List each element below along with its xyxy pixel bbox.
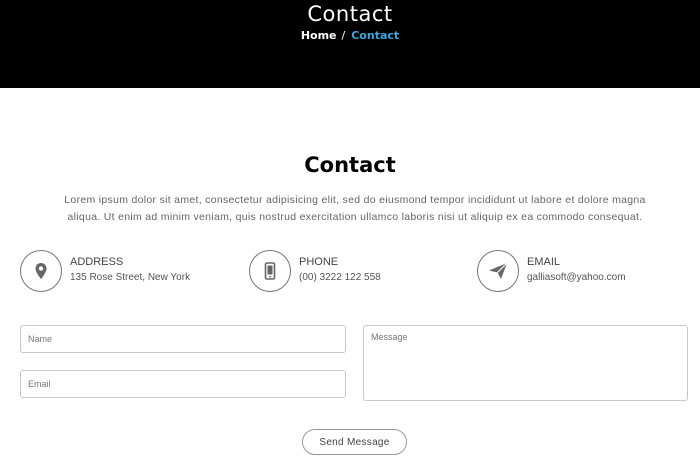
address-value: 135 Rose Street, New York <box>70 272 191 283</box>
name-input[interactable] <box>20 325 346 353</box>
address-label: ADDRESS <box>70 256 124 268</box>
address-info: ADDRESS 135 Rose Street, New York <box>20 250 220 292</box>
message-textarea[interactable] <box>363 325 688 401</box>
email-input[interactable] <box>20 370 346 398</box>
hero-title: Contact <box>307 2 393 26</box>
smartphone-icon <box>249 250 291 292</box>
email-value: galliasoft@yahoo.com <box>527 272 626 283</box>
phone-label: PHONE <box>299 256 339 268</box>
breadcrumb-current: Contact <box>351 29 400 42</box>
email-label: EMAIL <box>527 256 561 268</box>
section-title: Contact <box>304 153 396 177</box>
paper-plane-icon <box>477 250 519 292</box>
section-description: Lorem ipsum dolor sit amet, consectetur … <box>64 194 646 223</box>
page-hero: Contact Home / Contact <box>0 0 700 88</box>
map-pin-icon <box>20 250 62 292</box>
phone-info: PHONE (00) 3222 122 558 <box>249 250 449 292</box>
email-info: EMAIL galliasoft@yahoo.com <box>477 250 677 292</box>
breadcrumb-separator: / <box>341 29 346 42</box>
breadcrumb-home-link[interactable]: Home <box>301 29 337 42</box>
breadcrumb: Home / Contact <box>0 29 700 42</box>
send-message-button[interactable]: Send Message <box>302 429 407 455</box>
phone-value: (00) 3222 122 558 <box>299 272 381 283</box>
